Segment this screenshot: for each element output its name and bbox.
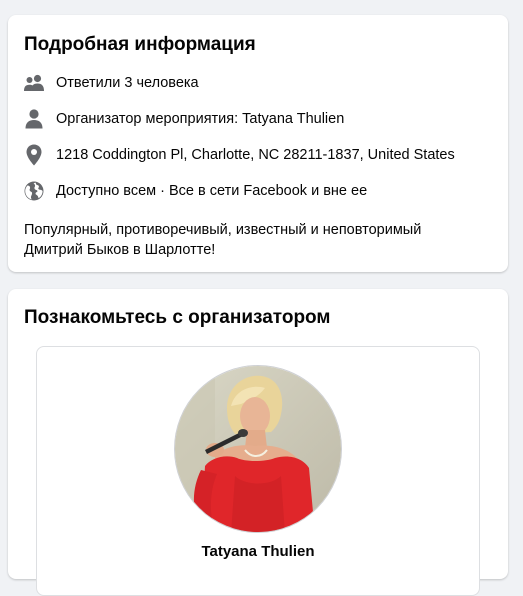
person-icon [22, 107, 46, 131]
responded-row[interactable]: Ответили 3 человека [22, 71, 496, 95]
host-avatar[interactable] [174, 365, 342, 533]
visibility-row: Доступно всем · Все в сети Facebook и вн… [22, 179, 496, 203]
host-name[interactable]: Tatyana Thulien [37, 543, 479, 560]
event-details-card: Подробная информация Ответили 3 человека… [8, 15, 508, 272]
address-text: 1218 Coddington Pl, Charlotte, NC 28211-… [56, 147, 455, 163]
host-section-title: Познакомьтесь с организатором [24, 307, 331, 328]
location-pin-icon [22, 143, 46, 167]
event-description: Популярный, противоречивый, известный и … [24, 222, 422, 258]
organizer-link[interactable]: Tatyana Thulien [242, 111, 344, 127]
address-row[interactable]: 1218 Coddington Pl, Charlotte, NC 28211-… [22, 143, 496, 167]
organizer-prefix: Организатор мероприятия: [56, 111, 239, 127]
responded-text: Ответили 3 человека [56, 75, 199, 91]
organizer-row: Организатор мероприятия: Tatyana Thulien [22, 107, 496, 131]
globe-icon [22, 179, 46, 203]
details-title: Подробная информация [24, 34, 256, 55]
host-profile-card[interactable]: Tatyana Thulien [36, 346, 480, 596]
people-icon [22, 71, 46, 95]
meet-host-card: Познакомьтесь с организатором Tatyana Th… [8, 289, 508, 596]
visibility-text: Доступно всем · Все в сети Facebook и вн… [56, 183, 368, 199]
